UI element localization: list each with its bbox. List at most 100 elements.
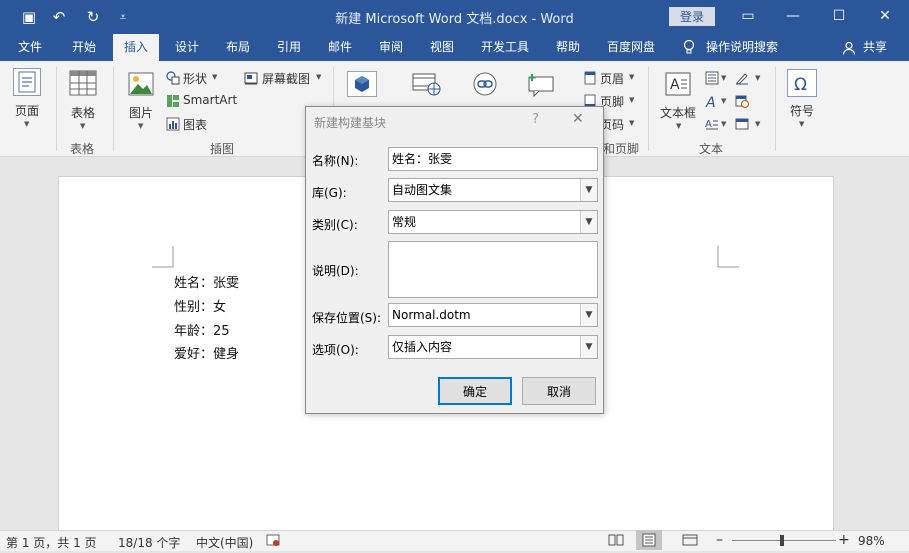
dialog-close-button[interactable]: ✕ — [572, 111, 584, 127]
maximize-button[interactable]: ☐ — [826, 4, 852, 28]
omega-symbol-icon[interactable]: Ω — [787, 69, 817, 97]
tab-references[interactable]: 引用 — [267, 34, 311, 61]
doc-line-name[interactable]: 姓名：张雯 — [174, 272, 239, 291]
link-icon[interactable] — [472, 71, 498, 97]
zoom-slider-thumb[interactable] — [780, 535, 784, 546]
login-button[interactable]: 登录 — [669, 7, 715, 26]
object-icon[interactable] — [735, 117, 749, 131]
redo-icon[interactable]: ↻ — [82, 6, 104, 28]
comment-icon[interactable] — [526, 71, 556, 98]
undo-icon[interactable]: ↶ — [48, 6, 70, 28]
zoom-slider-track[interactable] — [732, 540, 836, 541]
object-dropdown-icon[interactable]: ▼ — [755, 120, 760, 128]
table-dropdown-icon[interactable]: ▼ — [80, 122, 85, 130]
ribbon-display-options-icon[interactable]: ▭ — [735, 4, 761, 28]
page-count[interactable]: 第 1 页，共 1 页 — [6, 534, 97, 551]
chevron-down-icon[interactable]: ▼ — [580, 336, 597, 358]
online-video-icon[interactable] — [412, 71, 442, 97]
ok-button[interactable]: 确定 — [438, 377, 512, 405]
tab-home[interactable]: 开始 — [62, 34, 106, 61]
description-field[interactable] — [388, 241, 598, 298]
header-icon[interactable] — [583, 71, 597, 85]
table-button[interactable]: 表格 — [71, 104, 95, 121]
quick-parts-dropdown-icon[interactable]: ▼ — [721, 74, 726, 82]
wordart-icon[interactable]: A — [705, 94, 719, 111]
cancel-button[interactable]: 取消 — [522, 377, 596, 405]
customize-quick-access-icon[interactable]: ⩡ — [112, 6, 134, 28]
tab-insert[interactable]: 插入 — [113, 34, 159, 61]
addins-icon[interactable] — [347, 71, 377, 97]
save-location-select[interactable]: Normal.dotm ▼ — [388, 303, 598, 327]
zoom-out-button[interactable]: – — [716, 532, 723, 548]
name-value: 姓名：张雯 — [392, 152, 453, 166]
picture-button[interactable]: 图片 — [129, 104, 153, 121]
shapes-icon[interactable] — [166, 71, 180, 85]
chart-icon[interactable] — [166, 117, 180, 131]
tab-review[interactable]: 审阅 — [369, 34, 413, 61]
screenshot-dropdown-icon[interactable]: ▼ — [316, 73, 321, 81]
print-layout-view-button[interactable] — [636, 530, 662, 550]
picture-icon[interactable] — [128, 72, 154, 96]
doc-line-hobby[interactable]: 爱好：健身 — [174, 343, 239, 362]
language-indicator[interactable]: 中文(中国) — [196, 534, 253, 551]
shapes-button[interactable]: 形状 — [183, 70, 207, 87]
tab-design[interactable]: 设计 — [165, 34, 209, 61]
symbol-button[interactable]: 符号 — [790, 102, 814, 119]
gallery-select[interactable]: 自动图文集 ▼ — [388, 178, 598, 202]
drop-cap-dropdown-icon[interactable]: ▼ — [721, 120, 726, 128]
textbox-button[interactable]: 文本框 — [660, 104, 696, 121]
pages-icon[interactable] — [13, 68, 41, 96]
tab-help[interactable]: 帮助 — [546, 34, 590, 61]
table-icon[interactable] — [69, 70, 97, 96]
tell-me-search[interactable]: 操作说明搜索 — [706, 34, 786, 61]
web-layout-icon[interactable] — [682, 533, 698, 550]
smartart-icon[interactable] — [166, 94, 180, 108]
tab-file[interactable]: 文件 — [8, 34, 52, 61]
dialog-help-button[interactable]: ? — [532, 112, 539, 127]
tab-mailings[interactable]: 邮件 — [318, 34, 362, 61]
header-dropdown-icon[interactable]: ▼ — [629, 73, 634, 81]
header-button[interactable]: 页眉 — [600, 70, 624, 87]
wordart-dropdown-icon[interactable]: ▼ — [721, 97, 726, 105]
date-time-icon[interactable] — [735, 94, 749, 108]
chevron-down-icon[interactable]: ▼ — [580, 304, 597, 326]
name-field[interactable]: 姓名：张雯 — [388, 147, 598, 171]
tab-developer[interactable]: 开发工具 — [474, 34, 536, 61]
tab-layout[interactable]: 布局 — [216, 34, 260, 61]
tab-baidu-netdisk[interactable]: 百度网盘 — [600, 34, 662, 61]
share-button[interactable]: 共享 — [860, 34, 890, 61]
options-select[interactable]: 仅插入内容 ▼ — [388, 335, 598, 359]
symbol-dropdown-icon[interactable]: ▼ — [799, 120, 804, 128]
doc-line-gender[interactable]: 性别：女 — [174, 296, 226, 315]
category-select[interactable]: 常规 ▼ — [388, 210, 598, 234]
macro-record-icon[interactable] — [266, 533, 280, 550]
pages-button[interactable]: 页面 — [15, 102, 39, 119]
screenshot-icon[interactable] — [244, 71, 258, 85]
footer-dropdown-icon[interactable]: ▼ — [629, 96, 634, 104]
doc-line-age[interactable]: 年龄：25 — [174, 320, 230, 339]
signature-line-icon[interactable] — [735, 71, 749, 85]
drop-cap-icon[interactable]: A — [705, 117, 719, 131]
zoom-in-button[interactable]: + — [838, 532, 850, 548]
chevron-down-icon[interactable]: ▼ — [580, 179, 597, 201]
textbox-icon[interactable]: A — [664, 71, 692, 97]
svg-text:A: A — [705, 95, 716, 108]
zoom-level[interactable]: 98% — [858, 534, 885, 548]
page-number-dropdown-icon[interactable]: ▼ — [629, 119, 634, 127]
picture-dropdown-icon[interactable]: ▼ — [138, 122, 143, 130]
chart-button[interactable]: 图表 — [183, 116, 207, 133]
smartart-button[interactable]: SmartArt — [183, 93, 237, 107]
minimize-button[interactable]: — — [780, 4, 806, 28]
save-icon[interactable]: ▣ — [18, 6, 40, 28]
chevron-down-icon[interactable]: ▼ — [580, 211, 597, 233]
read-mode-icon[interactable] — [608, 533, 624, 550]
quick-parts-icon[interactable] — [705, 71, 719, 85]
word-count[interactable]: 18/18 个字 — [118, 534, 180, 551]
screenshot-button[interactable]: 屏幕截图 — [262, 70, 310, 87]
close-button[interactable]: ✕ — [872, 4, 898, 28]
tab-view[interactable]: 视图 — [420, 34, 464, 61]
signature-line-dropdown-icon[interactable]: ▼ — [755, 74, 760, 82]
shapes-dropdown-icon[interactable]: ▼ — [212, 73, 217, 81]
textbox-dropdown-icon[interactable]: ▼ — [676, 122, 681, 130]
pages-dropdown-icon[interactable]: ▼ — [24, 120, 29, 128]
